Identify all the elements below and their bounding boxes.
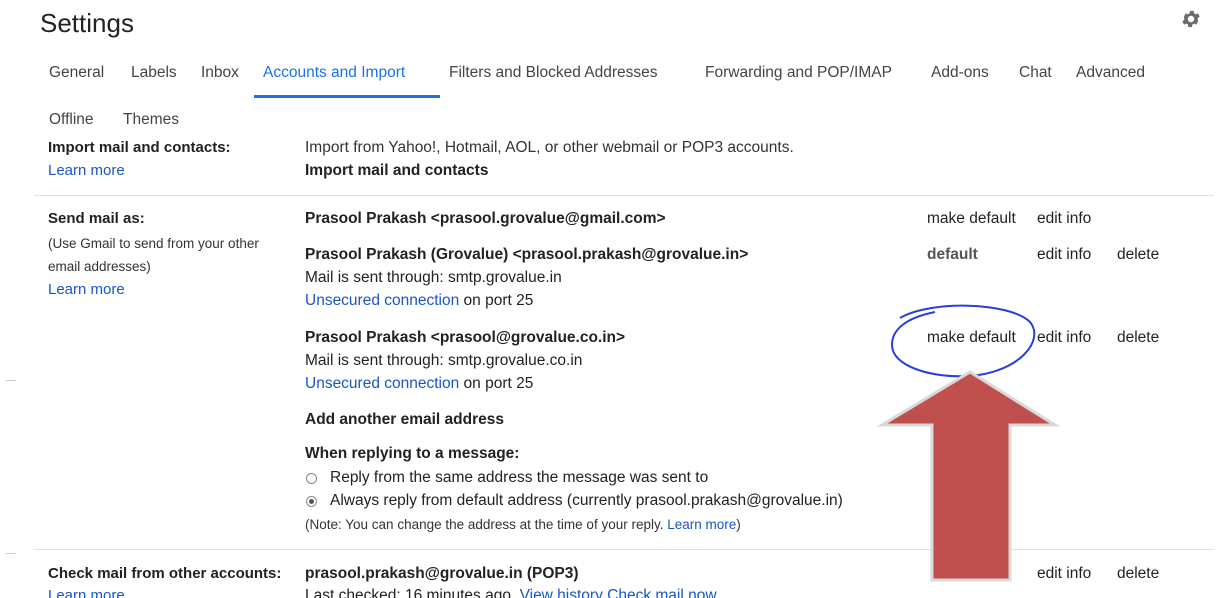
account-security-3: Unsecured connection on port 25 — [305, 375, 533, 393]
import-description: Import from Yahoo!, Hotmail, AOL, or oth… — [305, 140, 794, 156]
tab-offline[interactable]: Offline — [49, 111, 94, 129]
send-mail-help-2: email addresses) — [48, 259, 151, 274]
check-mail-now-link[interactable]: Check mail now — [607, 587, 716, 598]
unsecured-connection-link-2[interactable]: Unsecured connection — [305, 292, 459, 309]
reply-default-address-label[interactable]: Always reply from default address (curre… — [330, 492, 843, 510]
tab-accounts-and-import[interactable]: Accounts and Import — [263, 64, 405, 82]
send-mail-label: Send mail as: — [48, 210, 145, 227]
account-name-1: Prasool Prakash <prasool.grovalue@gmail.… — [305, 210, 666, 227]
add-another-email-link[interactable]: Add another email address — [305, 411, 504, 429]
account-security-2: Unsecured connection on port 25 — [305, 292, 533, 310]
gear-icon[interactable] — [1180, 8, 1202, 30]
import-label: Import mail and contacts: — [48, 140, 231, 156]
reply-same-address-radio[interactable] — [306, 473, 317, 484]
delete-link-2[interactable]: delete — [1117, 246, 1159, 264]
tab-general[interactable]: General — [49, 64, 104, 82]
tab-filters[interactable]: Filters and Blocked Addresses — [449, 64, 658, 82]
import-learn-more-link[interactable]: Learn more — [48, 162, 125, 179]
default-badge: default — [927, 246, 978, 263]
account-name-2: Prasool Prakash (Grovalue) <prasool.prak… — [305, 246, 749, 263]
reply-same-address-label[interactable]: Reply from the same address the message … — [330, 469, 708, 487]
reply-heading: When replying to a message: — [305, 445, 520, 462]
edit-info-link-1[interactable]: edit info — [1037, 210, 1091, 228]
make-default-link-1[interactable]: make default — [927, 210, 1016, 228]
send-mail-learn-more-link[interactable]: Learn more — [48, 281, 125, 298]
margin-tick — [6, 553, 16, 554]
send-mail-help-1: (Use Gmail to send from your other — [48, 236, 259, 251]
check-mail-learn-more-link[interactable]: Learn more — [48, 587, 125, 598]
import-mail-contacts-link[interactable]: Import mail and contacts — [305, 162, 488, 180]
edit-info-link-2[interactable]: edit info — [1037, 246, 1091, 264]
divider — [34, 549, 1214, 550]
margin-tick — [6, 380, 16, 381]
port-text-2: on port 25 — [459, 292, 534, 309]
check-mail-status: Last checked: 16 minutes ago. View histo… — [305, 587, 717, 598]
divider — [34, 195, 1214, 196]
check-mail-account: prasool.prakash@grovalue.in (POP3) — [305, 565, 579, 582]
tab-forwarding[interactable]: Forwarding and POP/IMAP — [705, 64, 892, 82]
port-text-3: on port 25 — [459, 375, 534, 392]
account-smtp-2: Mail is sent through: smtp.grovalue.in — [305, 269, 562, 286]
check-mail-delete-link[interactable]: delete — [1117, 565, 1159, 583]
settings-content: Import mail and contacts: Learn more Imp… — [0, 140, 1229, 598]
reply-default-address-radio[interactable] — [306, 496, 317, 507]
active-tab-indicator — [254, 95, 440, 98]
check-mail-label: Check mail from other accounts: — [48, 565, 282, 582]
check-mail-edit-info-link[interactable]: edit info — [1037, 565, 1091, 583]
view-history-link[interactable]: View history — [520, 587, 603, 598]
account-smtp-3: Mail is sent through: smtp.grovalue.co.i… — [305, 352, 583, 369]
tab-inbox[interactable]: Inbox — [201, 64, 239, 82]
make-default-link-3[interactable]: make default — [927, 329, 1016, 347]
delete-link-3[interactable]: delete — [1117, 329, 1159, 347]
edit-info-link-3[interactable]: edit info — [1037, 329, 1091, 347]
tab-chat[interactable]: Chat — [1019, 64, 1052, 82]
tab-labels[interactable]: Labels — [131, 64, 177, 82]
page-title: Settings — [40, 8, 134, 38]
tab-advanced[interactable]: Advanced — [1076, 64, 1145, 82]
account-name-3: Prasool Prakash <prasool@grovalue.co.in> — [305, 329, 626, 346]
tab-themes[interactable]: Themes — [123, 111, 179, 129]
unsecured-connection-link-3[interactable]: Unsecured connection — [305, 375, 459, 392]
reply-note-learn-more-link[interactable]: Learn more — [667, 517, 736, 532]
tab-add-ons[interactable]: Add-ons — [931, 64, 989, 82]
reply-note: (Note: You can change the address at the… — [305, 517, 741, 532]
